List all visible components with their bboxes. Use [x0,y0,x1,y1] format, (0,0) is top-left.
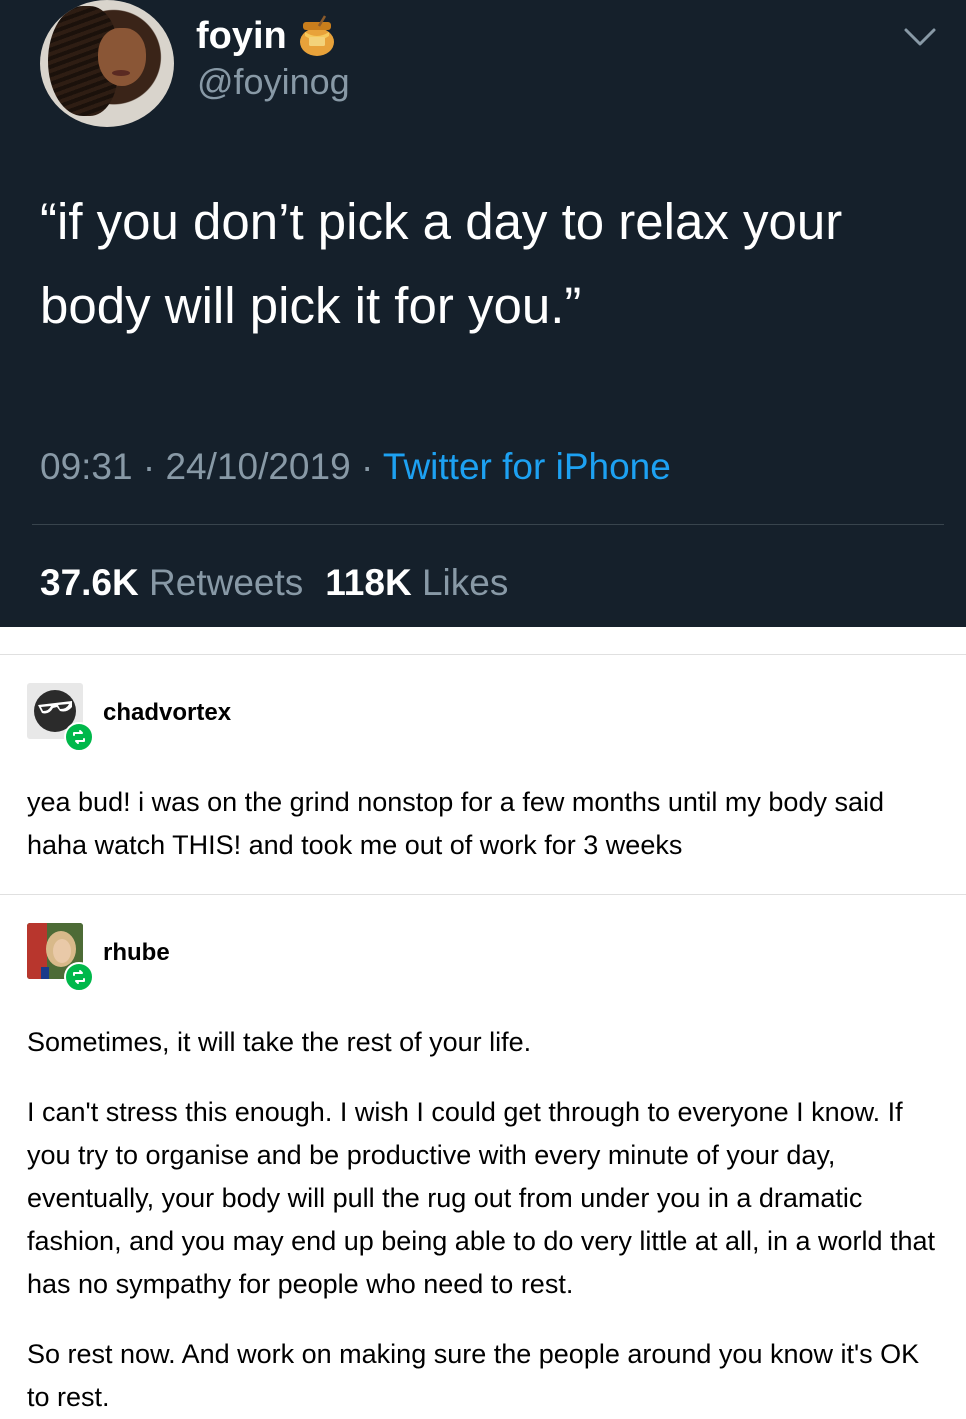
tweet-text: “if you don’t pick a day to relax your b… [40,193,843,334]
avatar-face [98,28,146,86]
tweet-card: foyin @foyinog “if you don’t pick a day … [0,0,966,627]
likes-label: Likes [421,562,509,603]
reblog-badge [64,962,94,992]
reblog-paragraph: I can't stress this enough. I wish I cou… [27,1097,936,1299]
tweet-meta: 09:31 · 24/10/2019 · Twitter for iPhone [40,442,671,492]
reblog-text: Sometimes, it will take the rest of your… [27,1021,947,1419]
reblog-badge [64,722,94,752]
user-handle[interactable]: @foyinog [197,60,350,104]
tweet-source-link[interactable]: Twitter for iPhone [383,446,671,487]
divider [0,894,966,895]
likes-stat[interactable]: 118K Likes [325,562,508,603]
honey-pot-icon [297,14,337,58]
meta-separator: · [142,446,156,487]
reblog-icon [73,730,85,744]
divider [0,654,966,655]
retweets-count: 37.6K [40,562,139,603]
reblog-paragraph: yea bud! i was on the grind nonstop for … [27,787,884,860]
display-name[interactable]: foyin [196,14,337,58]
display-name-text: foyin [196,15,287,57]
likes-count: 118K [325,562,412,603]
reblog-paragraph: Sometimes, it will take the rest of your… [27,1027,532,1057]
avatar-lips [112,70,130,76]
retweets-label: Retweets [149,562,304,603]
reblog-text: yea bud! i was on the grind nonstop for … [27,781,947,867]
reblog-icon [73,970,85,984]
chevron-down-icon[interactable] [900,22,940,52]
retweets-stat[interactable]: 37.6K Retweets [40,562,303,603]
reblog-username[interactable]: rhube [103,938,170,968]
avatar[interactable] [40,0,174,127]
meta-separator: · [360,446,374,487]
tweet-time: 09:31 [40,446,133,487]
tweet-date: 24/10/2019 [165,446,351,487]
divider [32,524,944,525]
tweet-stats: 37.6K Retweets 118K Likes [40,558,508,608]
reblog-username[interactable]: chadvortex [103,698,231,728]
reblog-paragraph: So rest now. And work on making sure the… [27,1339,920,1412]
